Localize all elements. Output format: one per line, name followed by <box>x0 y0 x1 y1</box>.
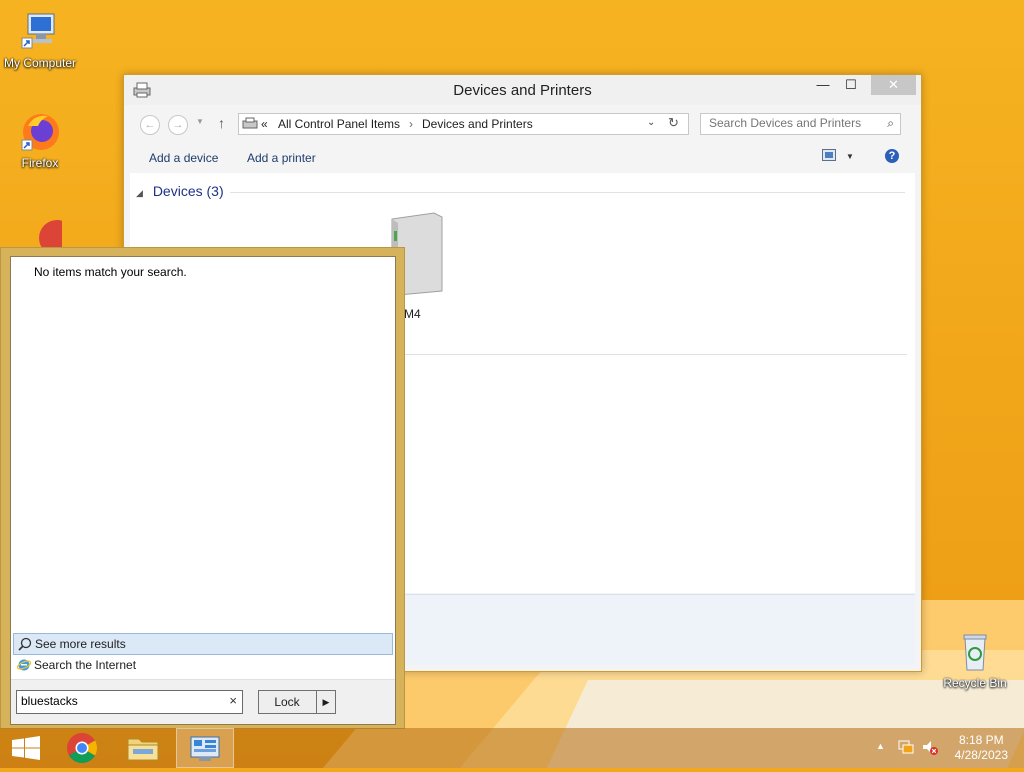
search-icon <box>18 637 32 651</box>
search-input[interactable] <box>701 114 879 132</box>
system-clock[interactable]: 8:18 PM 4/28/2023 <box>955 733 1008 763</box>
desktop-icon-label: Recycle Bin <box>943 676 1007 690</box>
devices-group-header[interactable]: ◢ Devices (3) <box>136 183 224 199</box>
devices-group-title: Devices (3) <box>152 183 224 199</box>
navigation-bar: ← → ▼ ↑ « All Control Panel Items › Devi… <box>130 111 915 137</box>
refresh-icon[interactable]: ↻ <box>668 115 679 131</box>
result-label: Search the Internet <box>34 658 137 672</box>
search-box-area: × Lock ▶ <box>11 679 395 724</box>
network-icon[interactable] <box>897 738 915 759</box>
change-view-icon[interactable] <box>822 149 836 164</box>
maximize-button[interactable]: ☐ <box>837 75 865 95</box>
folder-icon <box>127 738 159 761</box>
command-bar: Add a device Add a printer ▼ ? <box>130 143 915 173</box>
computer-icon <box>18 10 62 54</box>
view-options-chevron-icon[interactable]: ▼ <box>846 152 854 161</box>
start-search-panel: No items match your search. See more res… <box>0 247 405 729</box>
address-dropdown-chevron-icon[interactable]: ⌄ <box>647 117 655 128</box>
close-button[interactable]: ✕ <box>871 75 916 95</box>
taskbar-file-explorer[interactable] <box>115 728 171 768</box>
clock-time: 8:18 PM <box>958 733 1004 747</box>
collapse-triangle-icon[interactable]: ◢ <box>136 188 143 198</box>
firefox-icon <box>18 110 62 154</box>
clock-date: 4/28/2023 <box>954 748 1008 762</box>
forward-button[interactable]: → <box>168 115 188 135</box>
start-button[interactable] <box>0 728 56 768</box>
volume-muted-icon[interactable] <box>921 738 939 759</box>
search-results-pane: No items match your search. See more res… <box>10 256 396 725</box>
taskbar-control-panel[interactable] <box>176 728 234 768</box>
up-arrow-icon[interactable]: ↑ <box>218 115 225 131</box>
windows-logo-icon <box>12 736 40 760</box>
search-icon[interactable]: ⌕ <box>887 116 894 131</box>
show-hidden-icons-chevron-icon[interactable]: ▲ <box>876 741 885 751</box>
desktop-icon-firefox[interactable]: Firefox <box>0 110 80 170</box>
see-more-results-item[interactable]: See more results <box>13 633 393 655</box>
breadcrumb-all-control-panel-items[interactable]: All Control Panel Items <box>278 117 400 131</box>
result-label: See more results <box>35 637 126 651</box>
search-box[interactable]: ⌕ <box>700 113 901 135</box>
no-results-message: No items match your search. <box>34 265 187 279</box>
lock-button[interactable]: Lock <box>259 695 315 709</box>
recycle-bin-icon <box>953 630 997 674</box>
breadcrumb-devices-and-printers[interactable]: Devices and Printers <box>422 117 533 131</box>
desktop-icon-recycle-bin[interactable]: Recycle Bin <box>935 630 1015 690</box>
power-button[interactable]: Lock ▶ <box>258 690 336 714</box>
control-panel-icon <box>190 736 220 761</box>
back-button[interactable]: ← <box>140 115 160 135</box>
address-overflow[interactable]: « <box>261 117 268 131</box>
add-device-button[interactable]: Add a device <box>149 151 218 165</box>
recent-locations-chevron-icon[interactable]: ▼ <box>196 117 204 126</box>
help-icon[interactable]: ? <box>885 149 899 163</box>
address-bar[interactable]: « All Control Panel Items › Devices and … <box>238 113 689 135</box>
title-bar[interactable]: Devices and Printers — ☐ ✕ <box>124 75 921 105</box>
divider <box>230 192 905 193</box>
desktop-icon-label: My Computer <box>3 56 77 70</box>
taskbar-chrome[interactable] <box>54 728 110 768</box>
desktop-icon-my-computer[interactable]: My Computer <box>0 10 80 70</box>
search-the-internet-item[interactable]: Search the Internet <box>13 655 391 675</box>
taskbar: ▲ 8:18 PM 4/28/2023 <box>0 728 1024 768</box>
add-printer-button[interactable]: Add a printer <box>247 151 316 165</box>
chrome-icon <box>67 733 98 764</box>
start-search-box[interactable]: × <box>16 690 243 714</box>
internet-explorer-icon <box>16 658 32 672</box>
breadcrumb-separator[interactable]: › <box>409 117 413 131</box>
desktop-icon-label: Firefox <box>21 156 59 170</box>
clear-search-button[interactable]: × <box>229 693 237 708</box>
control-panel-icon <box>242 117 258 134</box>
window-title: Devices and Printers <box>453 82 592 99</box>
power-options-arrow-icon[interactable]: ▶ <box>316 691 335 713</box>
start-search-input[interactable] <box>17 691 217 711</box>
minimize-button[interactable]: — <box>809 75 837 95</box>
